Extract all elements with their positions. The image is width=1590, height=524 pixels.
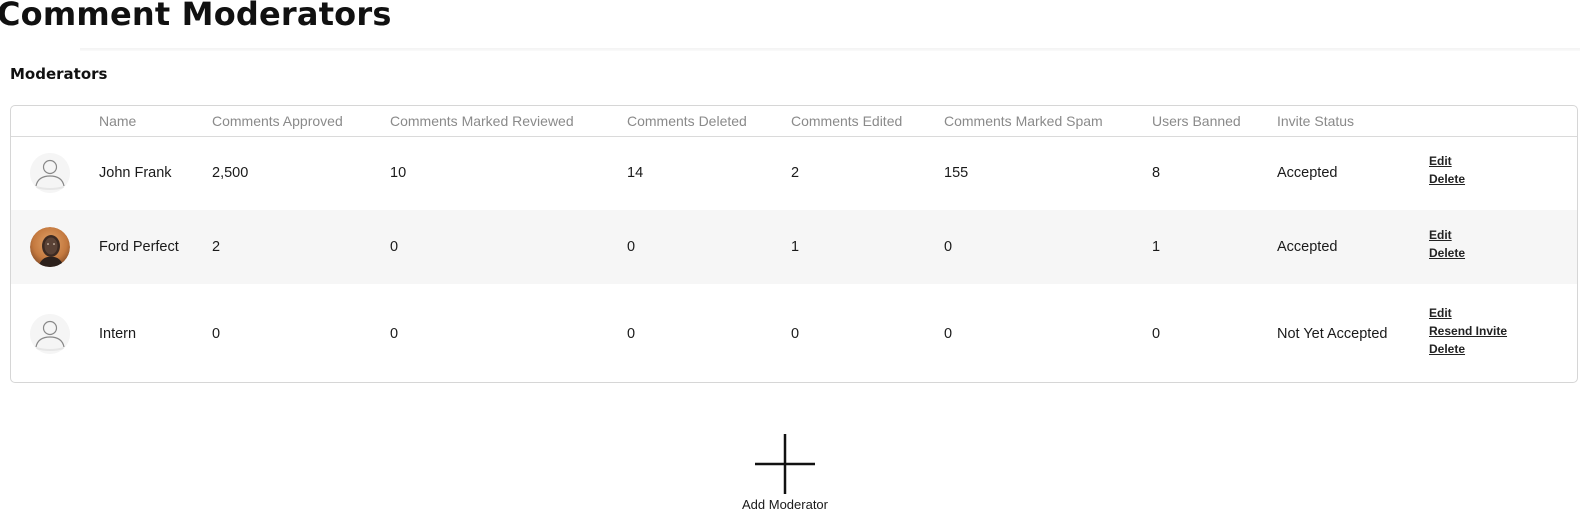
header-comments-marked-reviewed: Comments Marked Reviewed <box>390 112 574 129</box>
comments-deleted-value: 14 <box>627 165 644 182</box>
header-comments-marked-spam: Comments Marked Spam <box>944 112 1103 129</box>
avatar-cell <box>11 210 99 284</box>
users-banned-value: 1 <box>1152 239 1161 255</box>
comments-reviewed-value: 0 <box>390 325 399 342</box>
page-title: Comment Moderators <box>0 0 392 33</box>
comments-reviewed-value: 10 <box>390 165 407 182</box>
comments-edited-value: 1 <box>791 239 800 255</box>
default-user-icon <box>30 313 70 354</box>
header-name: Name <box>99 112 137 129</box>
comments-deleted-value: 0 <box>627 239 636 255</box>
header-avatar <box>11 106 99 136</box>
row-actions: Edit Delete <box>1429 210 1577 284</box>
default-user-icon <box>30 153 70 194</box>
comments-approved-value: 2,500 <box>212 165 249 182</box>
comments-deleted-value: 0 <box>627 325 636 342</box>
edit-link[interactable]: Edit <box>1429 229 1577 241</box>
avatar-cell <box>11 284 99 382</box>
delete-link[interactable]: Delete <box>1429 173 1577 185</box>
users-banned-value: 0 <box>1152 325 1161 342</box>
title-divider <box>80 48 1580 51</box>
moderator-name: John Frank <box>99 165 172 182</box>
delete-link[interactable]: Delete <box>1429 247 1577 259</box>
plus-icon <box>755 434 815 494</box>
table-row: John Frank 2,500 10 14 2 155 8 Accepted … <box>11 136 1577 210</box>
comments-approved-value: 2 <box>212 239 221 255</box>
moderators-table: Name Comments Approved Comments Marked R… <box>10 105 1578 383</box>
table-row: Ford Perfect 2 0 0 1 0 1 Accepted Edit D… <box>11 210 1577 284</box>
table-row: Intern 0 0 0 0 0 0 Not Yet Accepted Edit… <box>11 284 1577 382</box>
avatar-cell <box>11 136 99 210</box>
user-photo-avatar <box>30 227 70 267</box>
users-banned-value: 8 <box>1152 165 1161 182</box>
section-title: Moderators <box>10 65 108 83</box>
resend-invite-link[interactable]: Resend Invite <box>1429 325 1577 337</box>
add-moderator-button[interactable]: Add Moderator <box>730 434 840 512</box>
header-comments-edited: Comments Edited <box>791 112 903 129</box>
delete-link[interactable]: Delete <box>1429 343 1577 355</box>
comments-spam-value: 0 <box>944 325 953 342</box>
invite-status: Accepted <box>1277 239 1338 255</box>
table-header-row: Name Comments Approved Comments Marked R… <box>11 106 1577 136</box>
edit-link[interactable]: Edit <box>1429 307 1577 319</box>
header-comments-deleted: Comments Deleted <box>627 112 747 129</box>
header-comments-approved: Comments Approved <box>212 112 343 129</box>
row-actions: Edit Resend Invite Delete <box>1429 284 1577 382</box>
header-users-banned: Users Banned <box>1152 112 1241 129</box>
header-actions <box>1429 106 1577 136</box>
comments-spam-value: 0 <box>944 239 953 255</box>
comments-edited-value: 2 <box>791 165 800 182</box>
edit-link[interactable]: Edit <box>1429 155 1577 167</box>
invite-status: Not Yet Accepted <box>1277 325 1388 342</box>
comments-reviewed-value: 0 <box>390 239 399 255</box>
moderator-name: Ford Perfect <box>99 239 179 255</box>
add-moderator-label: Add Moderator <box>742 497 828 512</box>
invite-status: Accepted <box>1277 165 1338 182</box>
row-actions: Edit Delete <box>1429 136 1577 210</box>
header-invite-status: Invite Status <box>1277 112 1355 129</box>
comments-edited-value: 0 <box>791 325 800 342</box>
comments-approved-value: 0 <box>212 325 221 342</box>
moderator-name: Intern <box>99 325 137 342</box>
comments-spam-value: 155 <box>944 165 969 182</box>
